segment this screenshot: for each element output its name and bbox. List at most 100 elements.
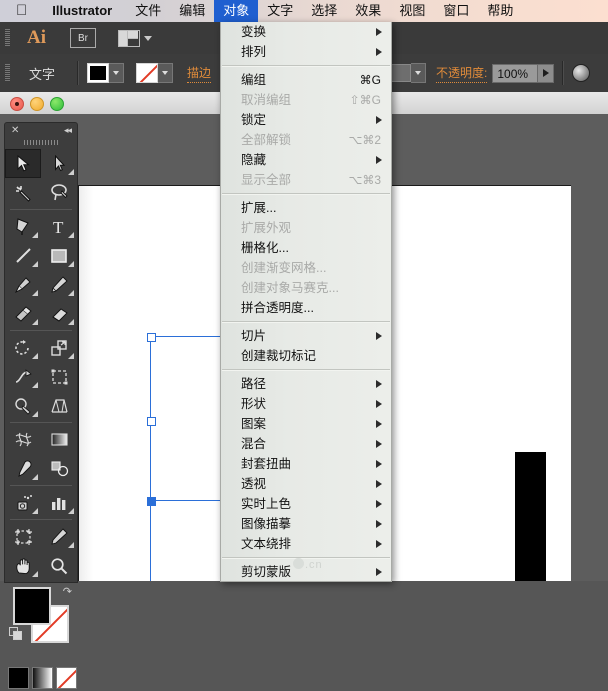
menu-item-4-8[interactable]: 文本绕排 [221,534,391,554]
menu-item-4-5[interactable]: 透视 [221,474,391,494]
arrange-documents-icon[interactable] [118,29,152,47]
tools-panel-header[interactable]: ✕ ◂◂ [5,123,77,139]
submenu-arrow-icon [376,332,382,340]
shape-builder-tool[interactable] [5,391,41,420]
menu-item-edit[interactable]: 编辑 [170,0,214,22]
menu-item-1-2[interactable]: 锁定 [221,110,391,130]
zoom-window-button[interactable] [50,97,64,111]
bridge-button[interactable]: Br [70,28,96,48]
opacity-input[interactable]: 100% [492,63,539,83]
menu-item-4-1[interactable]: 形状 [221,394,391,414]
paintbrush-tool[interactable] [5,270,41,299]
menu-item-1-4[interactable]: 隐藏 [221,150,391,170]
collapse-panel-icon[interactable]: ◂◂ [64,125,72,136]
control-context-label: 文字 [29,66,56,82]
slice-tool[interactable] [41,522,77,551]
line-segment-tool[interactable] [5,241,41,270]
close-panel-icon[interactable]: ✕ [11,125,19,136]
width-tool[interactable] [5,362,41,391]
close-window-button[interactable] [10,97,24,111]
stroke-weight-dropdown[interactable] [411,63,427,83]
tools-panel-grip[interactable] [24,140,58,145]
magic-wand-tool[interactable] [5,178,41,207]
swap-fill-stroke-icon[interactable]: ↷ [63,585,72,598]
minimize-window-button[interactable] [30,97,44,111]
tools-divider-4 [10,485,72,486]
eyedropper-tool[interactable] [5,454,41,483]
artboard-tool[interactable] [5,522,41,551]
menu-item-window[interactable]: 窗口 [434,0,478,22]
selection-handle-baseline-left[interactable] [147,497,156,506]
color-mode-solid[interactable] [8,667,29,689]
opacity-dropdown-button[interactable] [538,63,555,83]
menu-item-select[interactable]: 选择 [302,0,346,22]
gradient-tool[interactable] [41,425,77,454]
object-menu-dropdown[interactable]: 变换 排列 编组 ⌘G 取消编组 ⇧⌘G 锁定 全部解锁 ⌥⌘2 隐藏 显示全部 ⌥⌘3 扩展... 扩展… [220,22,392,582]
rectangle-tool[interactable] [41,241,77,270]
rotate-tool[interactable] [5,333,41,362]
menu-item-2-0[interactable]: 扩展... [221,198,391,218]
selection-handle-top-left[interactable] [147,333,156,342]
selection-tool[interactable] [5,149,41,178]
divider-2 [562,61,565,85]
direct-selection-tool[interactable] [41,149,77,178]
pencil-tool[interactable] [41,270,77,299]
fill-color-swatch[interactable] [13,587,51,625]
color-mode-none[interactable] [56,667,77,689]
menu-item-5-0[interactable]: 剪切蒙版 [221,562,391,581]
menu-item-3-0[interactable]: 切片 [221,326,391,346]
default-fill-stroke-icon[interactable] [9,627,23,646]
type-tool[interactable]: T [41,212,77,241]
free-transform-tool[interactable] [41,362,77,391]
fill-swatch[interactable] [87,63,110,83]
apple-logo-icon[interactable]:  [16,3,27,18]
column-graph-tool[interactable] [41,488,77,517]
eraser-tool[interactable] [41,299,77,328]
menu-app-name[interactable]: Illustrator [43,0,126,22]
control-bar-grip[interactable] [5,64,10,82]
menu-item-2-2[interactable]: 栅格化... [221,238,391,258]
color-mode-gradient[interactable] [32,667,53,689]
menu-item-effect[interactable]: 效果 [346,0,390,22]
pen-tool[interactable] [5,212,41,241]
menu-item-3-1[interactable]: 创建裁切标记 [221,346,391,366]
menu-item-4-6[interactable]: 实时上色 [221,494,391,514]
menu-item-file[interactable]: 文件 [126,0,170,22]
menu-item-4-7[interactable]: 图像描摹 [221,514,391,534]
menu-item-4-0[interactable]: 路径 [221,374,391,394]
fill-swatch-control[interactable] [87,63,125,83]
blob-brush-tool[interactable] [5,299,41,328]
menu-item-4-2[interactable]: 图案 [221,414,391,434]
glyph-i[interactable] [515,452,546,581]
stroke-label[interactable]: 描边 [187,64,212,83]
menu-item-0-0[interactable]: 变换 [221,22,391,42]
menu-item-4-4[interactable]: 封套扭曲 [221,454,391,474]
hand-tool[interactable] [5,551,41,580]
menu-item-4-3[interactable]: 混合 [221,434,391,454]
menu-item-1-5: 显示全部 ⌥⌘3 [221,170,391,190]
zoom-tool[interactable] [41,551,77,580]
scale-tool[interactable] [41,333,77,362]
menu-item-view[interactable]: 视图 [390,0,434,22]
graphic-styles-icon[interactable] [572,64,591,82]
perspective-grid-tool[interactable] [41,391,77,420]
menu-item-2-5[interactable]: 拼合透明度... [221,298,391,318]
symbol-sprayer-tool[interactable] [5,488,41,517]
app-bar-grip[interactable] [5,29,10,47]
stroke-swatch-control[interactable] [136,63,174,83]
lasso-tool[interactable] [41,178,77,207]
menu-item-1-0[interactable]: 编组 ⌘G [221,70,391,90]
menu-item-0-1[interactable]: 排列 [221,42,391,62]
chevron-down-icon [144,35,152,41]
menu-item-type[interactable]: 文字 [258,0,302,22]
selection-handle-middle-left[interactable] [147,417,156,426]
menu-item-2-4: 创建对象马赛克... [241,281,339,295]
stroke-dropdown-button[interactable] [158,63,174,83]
menu-item-object[interactable]: 对象 [214,0,259,22]
blend-tool[interactable] [41,454,77,483]
opacity-label[interactable]: 不透明度: [436,64,488,83]
stroke-swatch[interactable] [136,63,159,83]
fill-dropdown-button[interactable] [109,63,125,83]
menu-item-help[interactable]: 帮助 [478,0,522,22]
mesh-tool[interactable] [5,425,41,454]
